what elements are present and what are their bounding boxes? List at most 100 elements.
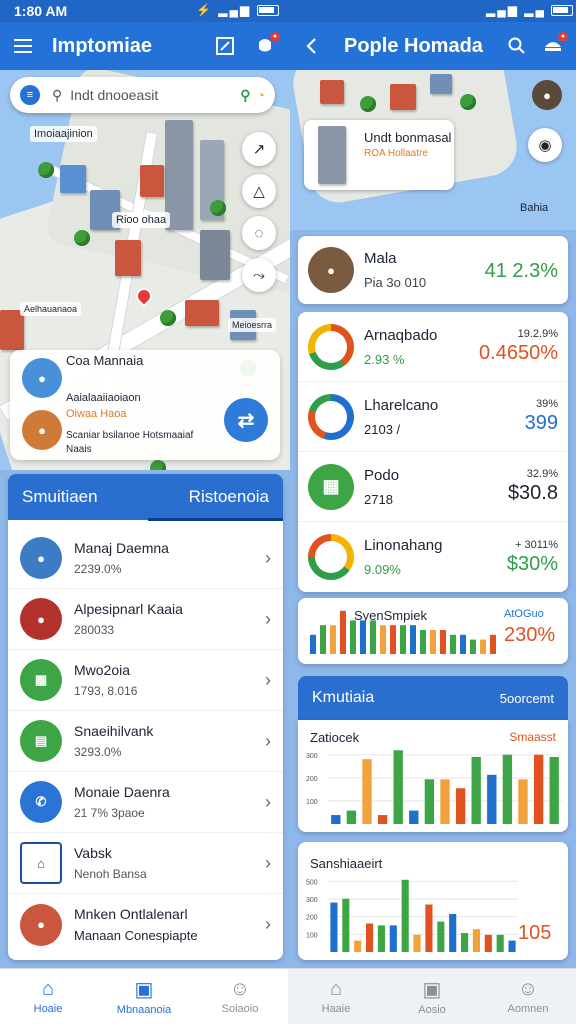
bank-icon: ⌂ bbox=[20, 842, 62, 884]
nav-wallet[interactable]: ▣ Mbnaanoia bbox=[96, 969, 192, 1024]
search-icon[interactable] bbox=[502, 31, 532, 61]
list-item[interactable]: ⌂ Vabsk Nenoh Bansa › bbox=[8, 833, 283, 894]
back-icon[interactable] bbox=[296, 31, 326, 61]
list-item[interactable]: ▤ Snaeihilvank 3293.0% › bbox=[8, 711, 283, 772]
y-tick-label: 300 bbox=[306, 897, 318, 904]
chart-bar bbox=[389, 925, 397, 952]
chart-bar bbox=[471, 756, 481, 824]
route-icon[interactable]: ⤳ bbox=[242, 258, 276, 292]
profile-icon: ☺ bbox=[229, 978, 251, 1000]
nav-label: Aomnen bbox=[507, 1003, 549, 1015]
chart-bar bbox=[430, 630, 436, 654]
list-item[interactable]: ● Manaj Daemna 2239.0% › bbox=[8, 528, 283, 589]
map-card-title: Coa Mannaia bbox=[66, 353, 144, 368]
status-bar: 1:80 AM ⚡ ▂▄▆ ▂▄▆ ▂▄ bbox=[0, 0, 576, 22]
stat-card[interactable]: ● Mala Pia 3o 010 41 2.3% bbox=[298, 236, 568, 304]
menu-icon[interactable] bbox=[8, 31, 38, 61]
chart1-title: Zatiocek bbox=[310, 730, 360, 745]
nav-profile-right[interactable]: ☺ Aomnen bbox=[480, 969, 576, 1024]
chevron-right-icon: › bbox=[265, 608, 271, 629]
cart-icon[interactable]: ● bbox=[538, 31, 568, 61]
item-sub: Manaan Conespiapte bbox=[74, 928, 198, 943]
tree bbox=[210, 200, 226, 216]
chart-bar bbox=[331, 815, 341, 824]
nav-profile[interactable]: ☺ Soiaoio bbox=[192, 969, 288, 1024]
search-go-icon[interactable]: ⚲ bbox=[240, 87, 250, 104]
notification-icon[interactable]: ● bbox=[250, 31, 280, 61]
contacts-list-card: Smuitiaen Ristoenoia ● Manaj Daemna 2239.… bbox=[8, 474, 283, 960]
edit-icon[interactable] bbox=[210, 31, 240, 61]
chart-bar bbox=[393, 750, 403, 824]
map-info-card[interactable]: ● ● Coa Mannaia Aaialaaiiaoiaon Oiwaa Ha… bbox=[10, 350, 280, 460]
chart-bar bbox=[401, 879, 409, 952]
stat-row[interactable]: Lharelcano 2103 / 39% 399 bbox=[298, 382, 568, 452]
nav-wallet-right[interactable]: ▣ Aosio bbox=[384, 969, 480, 1024]
stat-row[interactable]: Linonahang 9.09% + 3011% $30% bbox=[298, 522, 568, 592]
stat-sub: 2103 / bbox=[364, 421, 401, 437]
voice-icon[interactable]: ◔ bbox=[257, 87, 265, 103]
item-sub: 280033 bbox=[74, 623, 115, 637]
chevron-right-icon: › bbox=[265, 730, 271, 751]
mini-bar-chart-card[interactable]: SyenSmpiek AtOGuo 230% bbox=[298, 598, 568, 664]
stat-small: 32.9% bbox=[526, 468, 558, 480]
nav-label: Aosio bbox=[418, 1004, 446, 1016]
mini-map[interactable]: Undt bonmasal ROA Hollaatre ● ◉ Bahia bbox=[290, 70, 576, 230]
section-action[interactable]: 5oorcemt bbox=[500, 691, 554, 706]
popup-title: Undt bonmasal bbox=[364, 130, 452, 145]
progress-ring-icon bbox=[308, 534, 354, 580]
locate-icon[interactable]: ◉ bbox=[528, 128, 562, 162]
chart-bar bbox=[354, 940, 362, 952]
location-icon[interactable]: ◌ bbox=[242, 216, 276, 250]
chart-bar bbox=[449, 914, 457, 952]
chart-bar bbox=[460, 634, 466, 654]
map-popup[interactable]: Undt bonmasal ROA Hollaatre bbox=[304, 120, 454, 190]
chart-bar bbox=[350, 620, 356, 654]
status-icons-left: ⚡ ▂▄▆ bbox=[196, 3, 279, 17]
stat-row[interactable]: ▦ Podo 2718 32.9% $30.8 bbox=[298, 452, 568, 522]
app-title: Imptomiae bbox=[52, 34, 153, 57]
item-sub: 2239.0% bbox=[74, 562, 122, 576]
chart2-label: 105 bbox=[518, 922, 552, 944]
bar-chart-card[interactable]: Sanshiaaeirt 105 100 200 300 500 bbox=[298, 842, 568, 960]
tree bbox=[460, 94, 476, 110]
map-icon: ▦ bbox=[308, 463, 354, 510]
item-sub: 1793, 8.016 bbox=[74, 684, 138, 698]
list-item[interactable]: ● Alpesipnarl Kaaia 280033 › bbox=[8, 589, 283, 650]
map-card-line: Aaialaaiiaoiaon bbox=[66, 392, 141, 404]
search-input[interactable]: Indt dnooeasit bbox=[70, 87, 158, 103]
nav-home-right[interactable]: ⌂ Haaie bbox=[288, 969, 384, 1024]
stat-row[interactable]: Arnaqbado 2.93 % 19.2.9% 0.4650% bbox=[298, 312, 568, 382]
bar-chart-card[interactable]: Zatiocek Smaasst 100 200 300 bbox=[298, 720, 568, 832]
list-item[interactable]: ● Mnken Ontlalenarl Manaan Conespiapte › bbox=[8, 894, 283, 955]
map-card-line: Scaniar bsilanoe Hotsmaaiaf bbox=[66, 430, 194, 441]
item-name: Mnken Ontlalenarl bbox=[74, 906, 188, 922]
search-bar[interactable]: ≡ ⚲ Indt dnooeasit ⚲ ◔ bbox=[10, 77, 275, 113]
chart-bar bbox=[360, 620, 366, 654]
stat-row[interactable]: ● Mala Pia 3o 010 41 2.3% bbox=[298, 236, 568, 304]
nav-home[interactable]: ⌂ Hoaie bbox=[0, 969, 96, 1024]
menu-circle-icon[interactable]: ≡ bbox=[20, 85, 40, 105]
chart-bar bbox=[425, 904, 433, 952]
document-icon: ▤ bbox=[20, 720, 62, 762]
chart-bar bbox=[340, 610, 346, 654]
map-label: Meioesrra bbox=[228, 318, 277, 332]
tab-left[interactable]: Smuitiaen bbox=[22, 487, 98, 507]
list-item[interactable]: ▦ Mwo2oia 1793, 8.016 › bbox=[8, 650, 283, 711]
building bbox=[0, 310, 24, 350]
layers-icon[interactable]: △ bbox=[242, 174, 276, 208]
list-item[interactable]: ✆ Monaie Daenra 21 7% 3paoe › bbox=[8, 772, 283, 833]
chart-bar bbox=[330, 902, 338, 952]
nav-label: Mbnaanoia bbox=[116, 1004, 172, 1016]
chart-bar bbox=[440, 779, 450, 824]
section-title: Kmutiaia bbox=[312, 689, 375, 706]
compass-icon[interactable]: ↗ bbox=[242, 132, 276, 166]
home-icon: ⌂ bbox=[329, 978, 343, 1000]
avatar[interactable]: ● bbox=[532, 80, 562, 110]
directions-fab-icon[interactable]: ⇄ bbox=[224, 398, 268, 442]
map-label: Imoiaajinion bbox=[30, 126, 97, 142]
tab-right[interactable]: Ristoenoia bbox=[189, 487, 269, 507]
wallet-icon: ▣ bbox=[134, 979, 154, 1001]
chart-bar bbox=[472, 929, 480, 952]
stat-sub: Pia 3o 010 bbox=[364, 275, 427, 290]
notification-badge: ● bbox=[270, 32, 280, 42]
